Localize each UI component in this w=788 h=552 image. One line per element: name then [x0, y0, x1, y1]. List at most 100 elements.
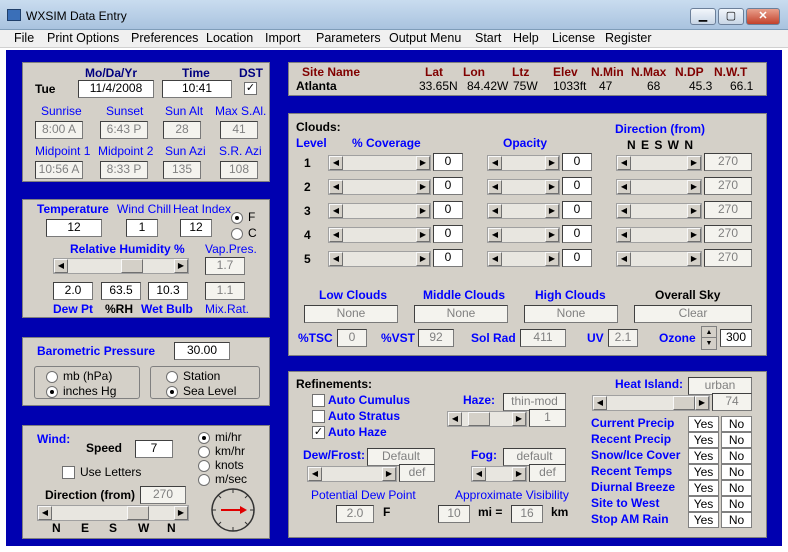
- ozone-spinner[interactable]: ▲ ▼: [701, 326, 717, 350]
- scroll-left-arrow-icon[interactable]: ◀: [329, 180, 343, 194]
- cloud-coverage-field[interactable]: 0: [433, 177, 463, 195]
- wind-speed-field[interactable]: 7: [135, 440, 173, 458]
- pressure-field[interactable]: 30.00: [174, 342, 230, 360]
- date-field[interactable]: 11/4/2008: [78, 80, 154, 98]
- stop-am-rain-no-button[interactable]: No: [721, 512, 752, 528]
- sea-level-radio[interactable]: [166, 386, 178, 398]
- cloud-opacity-scrollbar[interactable]: ◀ ▶: [487, 251, 560, 267]
- menu-preferences[interactable]: Preferences: [131, 31, 198, 45]
- menu-register[interactable]: Register: [605, 31, 652, 45]
- scroll-right-arrow-icon[interactable]: ▶: [545, 252, 559, 266]
- site-to-west-yes-button[interactable]: Yes: [688, 496, 719, 512]
- temperature-field[interactable]: 12: [46, 219, 102, 237]
- scroll-right-arrow-icon[interactable]: ▶: [174, 506, 188, 520]
- current-precip-no-button[interactable]: No: [721, 416, 752, 432]
- scroll-right-arrow-icon[interactable]: ▶: [416, 180, 430, 194]
- scroll-left-arrow-icon[interactable]: ◀: [488, 204, 502, 218]
- menu-file[interactable]: File: [14, 31, 34, 45]
- cloud-coverage-scrollbar[interactable]: ◀ ▶: [328, 203, 431, 219]
- wind-direction-scrollbar[interactable]: ◀ ▶: [37, 505, 189, 521]
- snow-ice-no-button[interactable]: No: [721, 448, 752, 464]
- scroll-right-arrow-icon[interactable]: ▶: [687, 204, 701, 218]
- recent-temps-yes-button[interactable]: Yes: [688, 464, 719, 480]
- dew-frost-scrollbar[interactable]: ◀ ▶: [307, 466, 397, 482]
- scroll-right-arrow-icon[interactable]: ▶: [416, 156, 430, 170]
- menu-license[interactable]: License: [552, 31, 595, 45]
- scroll-left-arrow-icon[interactable]: ◀: [617, 252, 631, 266]
- cloud-opacity-field[interactable]: 0: [562, 225, 592, 243]
- minimize-button[interactable]: ▁: [690, 8, 716, 25]
- haze-thumb[interactable]: [468, 412, 490, 426]
- wind-direction-thumb[interactable]: [127, 506, 149, 520]
- scroll-left-arrow-icon[interactable]: ◀: [617, 204, 631, 218]
- fahrenheit-radio[interactable]: [231, 212, 243, 224]
- scroll-left-arrow-icon[interactable]: ◀: [329, 156, 343, 170]
- scroll-right-arrow-icon[interactable]: ▶: [545, 156, 559, 170]
- cloud-opacity-field[interactable]: 0: [562, 177, 592, 195]
- inhg-radio[interactable]: [46, 386, 58, 398]
- wet-bulb-field[interactable]: 10.3: [148, 282, 188, 300]
- scroll-left-arrow-icon[interactable]: ◀: [329, 252, 343, 266]
- scroll-right-arrow-icon[interactable]: ▶: [695, 396, 709, 410]
- humidity-thumb[interactable]: [121, 259, 143, 273]
- auto-stratus-checkbox[interactable]: [312, 410, 325, 423]
- menu-import[interactable]: Import: [265, 31, 300, 45]
- menu-location[interactable]: Location: [206, 31, 253, 45]
- scroll-right-arrow-icon[interactable]: ▶: [545, 180, 559, 194]
- recent-temps-no-button[interactable]: No: [721, 464, 752, 480]
- cloud-direction-scrollbar[interactable]: ◀ ▶: [616, 155, 702, 171]
- haze-scrollbar[interactable]: ◀ ▶: [447, 411, 527, 427]
- stop-am-rain-yes-button[interactable]: Yes: [688, 512, 719, 528]
- cloud-coverage-field[interactable]: 0: [433, 225, 463, 243]
- knots-radio[interactable]: [198, 460, 210, 472]
- scroll-right-arrow-icon[interactable]: ▶: [512, 412, 526, 426]
- cloud-coverage-scrollbar[interactable]: ◀ ▶: [328, 155, 431, 171]
- celsius-radio[interactable]: [231, 228, 243, 240]
- auto-cumulus-checkbox[interactable]: [312, 394, 325, 407]
- cloud-direction-scrollbar[interactable]: ◀ ▶: [616, 203, 702, 219]
- scroll-left-arrow-icon[interactable]: ◀: [488, 228, 502, 242]
- scroll-left-arrow-icon[interactable]: ◀: [472, 467, 486, 481]
- scroll-left-arrow-icon[interactable]: ◀: [617, 156, 631, 170]
- cloud-coverage-scrollbar[interactable]: ◀ ▶: [328, 251, 431, 267]
- snow-ice-yes-button[interactable]: Yes: [688, 448, 719, 464]
- scroll-left-arrow-icon[interactable]: ◀: [329, 204, 343, 218]
- cloud-coverage-field[interactable]: 0: [433, 201, 463, 219]
- cloud-coverage-scrollbar[interactable]: ◀ ▶: [328, 179, 431, 195]
- cloud-coverage-scrollbar[interactable]: ◀ ▶: [328, 227, 431, 243]
- scroll-left-arrow-icon[interactable]: ◀: [488, 252, 502, 266]
- kmh-radio[interactable]: [198, 446, 210, 458]
- spin-up-icon[interactable]: ▲: [702, 327, 716, 338]
- scroll-right-arrow-icon[interactable]: ▶: [545, 228, 559, 242]
- heat-island-scrollbar[interactable]: ◀ ▶: [592, 395, 710, 411]
- scroll-right-arrow-icon[interactable]: ▶: [382, 467, 396, 481]
- scroll-left-arrow-icon[interactable]: ◀: [488, 180, 502, 194]
- heat-island-thumb[interactable]: [673, 396, 695, 410]
- menu-output[interactable]: Output Menu: [389, 31, 461, 45]
- mph-radio[interactable]: [198, 432, 210, 444]
- scroll-left-arrow-icon[interactable]: ◀: [617, 228, 631, 242]
- recent-precip-yes-button[interactable]: Yes: [688, 432, 719, 448]
- scroll-left-arrow-icon[interactable]: ◀: [329, 228, 343, 242]
- fog-scrollbar[interactable]: ◀ ▶: [471, 466, 527, 482]
- cloud-opacity-scrollbar[interactable]: ◀ ▶: [487, 155, 560, 171]
- use-letters-checkbox[interactable]: [62, 466, 75, 479]
- scroll-right-arrow-icon[interactable]: ▶: [416, 204, 430, 218]
- scroll-left-arrow-icon[interactable]: ◀: [488, 156, 502, 170]
- cloud-opacity-scrollbar[interactable]: ◀ ▶: [487, 203, 560, 219]
- rh-field[interactable]: 63.5: [101, 282, 141, 300]
- scroll-left-arrow-icon[interactable]: ◀: [54, 259, 68, 273]
- scroll-right-arrow-icon[interactable]: ▶: [512, 467, 526, 481]
- scroll-left-arrow-icon[interactable]: ◀: [617, 180, 631, 194]
- scroll-right-arrow-icon[interactable]: ▶: [687, 228, 701, 242]
- scroll-right-arrow-icon[interactable]: ▶: [174, 259, 188, 273]
- mb-radio[interactable]: [46, 371, 58, 383]
- cloud-coverage-field[interactable]: 0: [433, 249, 463, 267]
- cloud-coverage-field[interactable]: 0: [433, 153, 463, 171]
- menu-start[interactable]: Start: [475, 31, 501, 45]
- time-field[interactable]: 10:41: [162, 80, 232, 98]
- dew-point-field[interactable]: 2.0: [53, 282, 93, 300]
- close-button[interactable]: ✕: [746, 8, 780, 25]
- maximize-button[interactable]: ▢: [718, 8, 744, 25]
- ms-radio[interactable]: [198, 474, 210, 486]
